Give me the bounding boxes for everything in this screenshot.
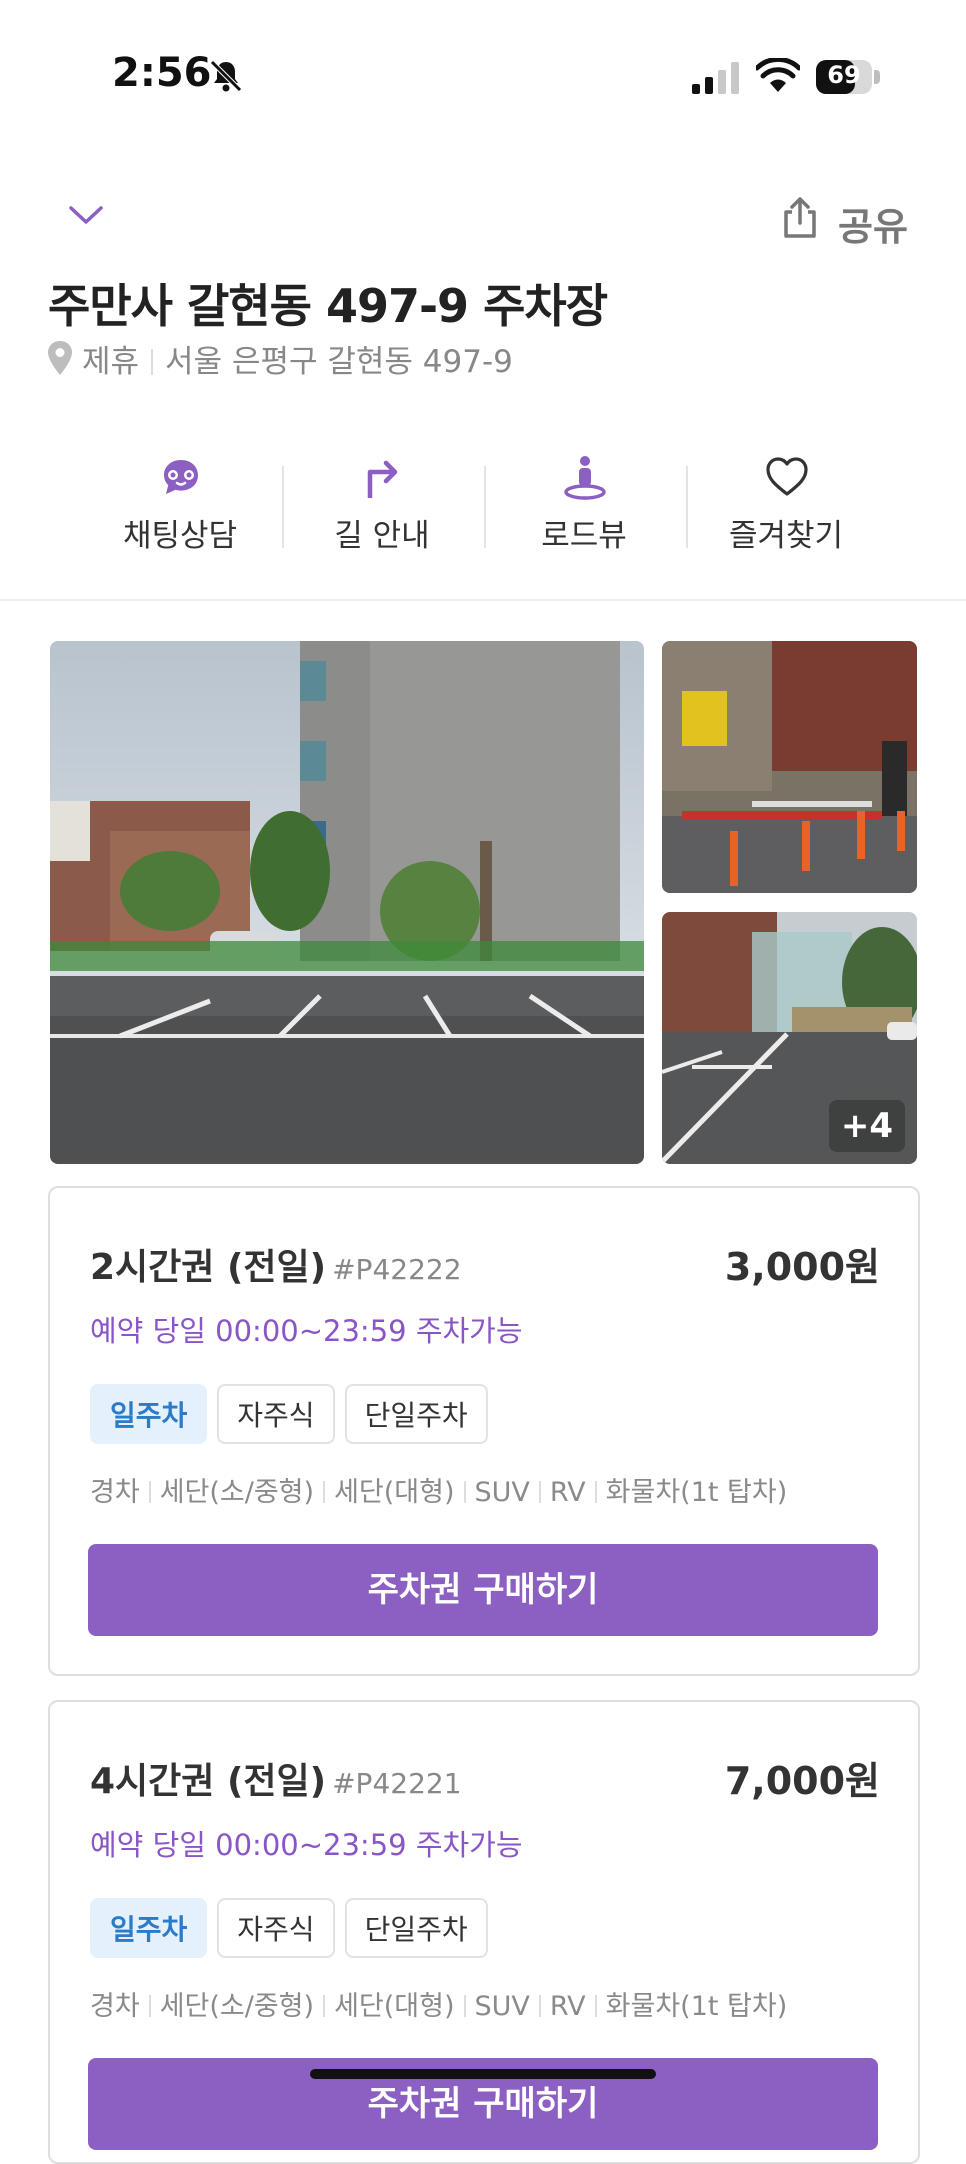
ticket-available-time: 예약 당일 00:00~23:59 주차가능 [90,1828,523,1862]
action-label: 채팅상담 [122,518,238,554]
cellular-signal-icon [692,62,739,94]
roadview-button[interactable]: 로드뷰 [484,440,684,560]
vehicle-type: SUV [474,1991,530,2022]
vehicle-type: 세단(소/중형) [159,1991,315,2022]
address-text: 서울 은평구 갈현동 497-9 [165,344,513,380]
chevron-down-icon[interactable] [66,200,106,230]
chat-bot-icon [164,460,198,494]
vehicle-types: 경차 세단(소/중형) 세단(대형) SUV RV 화물차(1t 탑차) [90,1984,787,2023]
battery-percent: 69 [827,61,861,89]
more-photos-badge[interactable]: +4 [828,1100,905,1152]
tag-self-park: 자주식 [217,1384,335,1444]
home-indicator [310,2069,656,2079]
section-divider [0,599,966,601]
ticket-card: 4시간권 (전일) #P42221 7,000원 예약 당일 00:00~23:5… [48,1700,920,2164]
ticket-price: 7,000원 [724,1759,880,1803]
vehicle-type: SUV [474,1477,530,1508]
action-label: 길 안내 [334,518,430,554]
chat-consult-button[interactable]: 채팅상담 [80,440,280,560]
action-label: 로드뷰 [541,518,627,554]
vehicle-type: 경차 [90,1477,140,1508]
page-title: 주만사 갈현동 497-9 주차장 [48,279,608,333]
location-pin-icon [48,341,72,375]
bell-muted-icon [210,60,242,92]
tag-daily: 일주차 [90,1898,208,1958]
buy-ticket-button[interactable]: 주차권 구매하기 [88,1544,878,1636]
ticket-code: #P42222 [332,1253,462,1286]
action-row: 채팅상담 길 안내 로드뷰 즐겨찾기 [0,440,966,560]
main-photo[interactable] [50,641,644,1164]
ticket-tags: 일주차 자주식 단일주차 [90,1384,488,1444]
share-button[interactable]: 공유 [838,196,908,251]
ticket-available-time: 예약 당일 00:00~23:59 주차가능 [90,1314,523,1348]
ticket-name-text: 2시간권 (전일) [90,1247,327,1288]
tag-self-park: 자주식 [217,1898,335,1958]
vehicle-type: RV [549,1991,586,2022]
action-label: 즐겨찾기 [728,518,844,554]
vehicle-type: 세단(대형) [334,1477,455,1508]
vehicle-type: 경차 [90,1991,140,2022]
tag-daily: 일주차 [90,1384,208,1444]
ticket-name: 2시간권 (전일) #P42222 [90,1238,462,1290]
ticket-name: 4시간권 (전일) #P42221 [90,1752,462,1804]
directions-button[interactable]: 길 안내 [282,440,482,560]
share-icon[interactable] [780,196,820,240]
ticket-code: #P42221 [332,1767,462,1800]
street-view-icon [564,456,606,500]
vehicle-type: 화물차(1t 탑차) [605,1477,788,1508]
ticket-card: 2시간권 (전일) #P42222 3,000원 예약 당일 00:00~23:5… [48,1186,920,1676]
wifi-icon [756,58,800,92]
place-meta: 제휴 서울 은평구 갈현동 497-9 [82,336,513,381]
favorite-button[interactable]: 즐겨찾기 [686,440,886,560]
vehicle-type: 세단(소/중형) [159,1477,315,1508]
ticket-price: 3,000원 [724,1245,880,1289]
tag-single-park: 단일주차 [344,1898,488,1958]
parking-gate-photo [662,641,917,893]
vehicle-type: 세단(대형) [334,1991,455,2022]
tag-single-park: 단일주차 [344,1384,488,1444]
ticket-tags: 일주차 자주식 단일주차 [90,1898,488,1958]
vehicle-type: 화물차(1t 탑차) [605,1991,788,2022]
vehicle-types: 경차 세단(소/중형) 세단(대형) SUV RV 화물차(1t 탑차) [90,1470,787,1509]
battery-indicator: 69 [816,60,880,94]
status-time: 2:56 [112,50,212,96]
turn-right-arrow-icon [367,460,398,498]
thumbnail-photo[interactable] [662,641,917,893]
thumbnail-photo[interactable]: +4 [662,912,917,1164]
vehicle-type: RV [549,1477,586,1508]
heart-icon [766,457,808,496]
ticket-name-text: 4시간권 (전일) [90,1761,327,1802]
partner-label: 제휴 [82,344,140,380]
parking-lot-photo [50,641,644,1164]
